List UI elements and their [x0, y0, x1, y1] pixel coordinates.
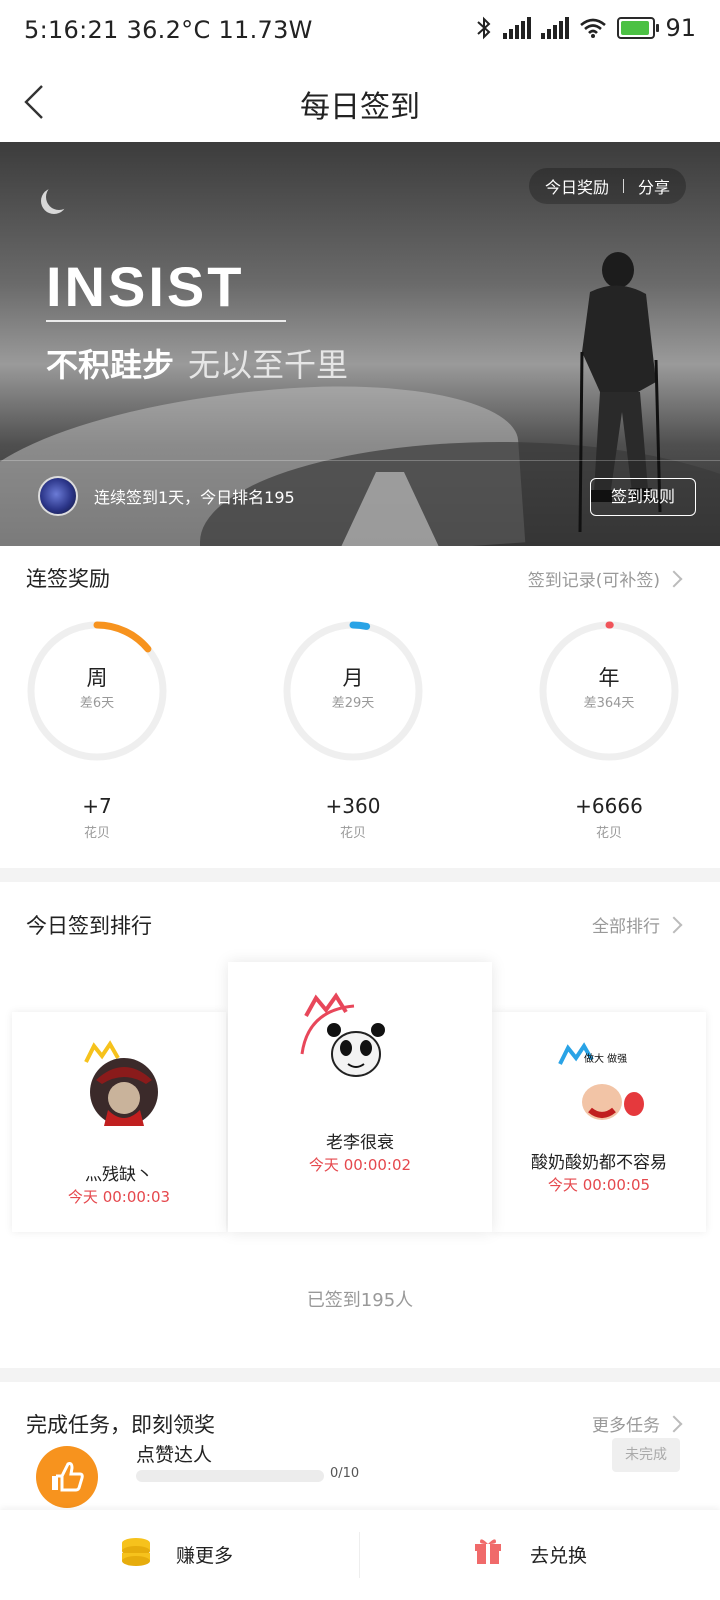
rules-button[interactable]: 签到规则 [590, 478, 696, 516]
bonus-unit: 花贝 [339, 826, 366, 841]
crown-silver-icon [84, 1040, 158, 1126]
streak-status: 连续签到1天，今日排名195 [94, 488, 295, 507]
wifi-icon [580, 18, 607, 38]
rank-time-1: 今天 00:00:02 [308, 1156, 412, 1174]
status-bar: 5:16:21 36.2°C 11.73W 91 [0, 0, 720, 62]
bonus-unit: 花贝 [83, 826, 110, 841]
bonus-value: +6666 [575, 794, 643, 818]
banner-motto: 不积跬步 无以至千里 [46, 340, 348, 386]
task-status-button[interactable]: 未完成 [612, 1438, 680, 1472]
share-link[interactable]: 分享 [638, 174, 670, 198]
more-tasks-label: 更多任务 [592, 1416, 660, 1436]
rank-time-3: 今天 00:00:05 [547, 1176, 651, 1194]
reward-bonus-1: +360 花贝 [280, 794, 426, 841]
divider [622, 179, 624, 193]
checkin-record-link[interactable]: 签到记录(可补签) [527, 566, 683, 591]
reward-ring-2: 年差364天 [536, 618, 682, 764]
section-gap [0, 1368, 720, 1382]
exchange-label: 去兑换 [530, 1545, 588, 1567]
banner-divider [0, 460, 720, 461]
section-title-streak: 连签奖励 [26, 567, 110, 591]
exchange-button[interactable]: 去兑换 [360, 1510, 720, 1600]
reward-ring-0: 周差6天 [24, 618, 170, 764]
reward-ring-1: 月差29天 [280, 618, 426, 764]
bonus-value: +7 [82, 794, 112, 818]
status-text: 5:16:21 36.2°C 11.73W [24, 16, 313, 44]
avatar[interactable] [38, 476, 78, 516]
ring-remaining: 差6天 [79, 696, 115, 711]
ring-label: 年 [598, 666, 620, 690]
bottom-bar: 赚更多 去兑换 [0, 1510, 720, 1600]
rank-card-2[interactable]: 灬残缺丶 今天 00:00:03 [12, 1012, 226, 1232]
motto-light: 无以至千里 [188, 346, 349, 384]
checkin-record-label: 签到记录(可补签) [527, 571, 660, 591]
reward-bonus-0: +7 花贝 [24, 794, 170, 841]
banner-headline: INSIST [46, 255, 245, 318]
ring-remaining: 差364天 [583, 696, 635, 711]
rank-time-2: 今天 00:00:03 [67, 1188, 171, 1206]
section-title-ranking: 今日签到排行 [26, 914, 152, 938]
thumbs-up-icon [36, 1446, 98, 1508]
headline-underline [46, 320, 286, 322]
task-progress-bar [136, 1470, 324, 1482]
coins-icon [122, 1538, 150, 1566]
status-icons: 91 [475, 14, 696, 42]
battery-level: 91 [665, 14, 696, 42]
ring-remaining: 差29天 [331, 696, 375, 711]
bluetooth-icon [477, 16, 491, 40]
earn-more-button[interactable]: 赚更多 [0, 1510, 360, 1600]
page-title: 每日签到 [300, 90, 420, 125]
chevron-right-icon [665, 916, 683, 934]
rank-name-2: 灬残缺丶 [85, 1165, 153, 1185]
rank-card-3[interactable]: 做大 做强 酸奶酸奶都不容易 今天 00:00:05 [492, 1012, 706, 1232]
signed-count: 已签到195人 [306, 1290, 414, 1311]
moon-icon [46, 184, 72, 210]
ring-label: 周 [86, 666, 108, 690]
ring-label: 月 [342, 666, 364, 690]
rank-card-1[interactable]: 老李很衰 今天 00:00:02 [228, 962, 492, 1232]
motto-bold: 不积跬步 [46, 346, 175, 384]
rank-name-1: 老李很衰 [326, 1133, 394, 1153]
bonus-value: +360 [325, 794, 381, 818]
reward-share-bar: 今日奖励 分享 [528, 168, 686, 204]
chevron-right-icon [665, 570, 683, 588]
chevron-right-icon [665, 1415, 683, 1433]
section-gap [0, 868, 720, 882]
earn-more-label: 赚更多 [176, 1545, 234, 1567]
gift-icon [475, 1539, 501, 1564]
more-tasks-link[interactable]: 更多任务 [592, 1411, 683, 1436]
rank-name-3: 酸奶酸奶都不容易 [531, 1153, 667, 1173]
task-name: 点赞达人 [136, 1444, 213, 1466]
banner: 今日奖励 分享 INSIST 不积跬步 无以至千里 连续签到1天，今日排名195 … [0, 142, 720, 546]
reward-bonus-2: +6666 花贝 [536, 794, 682, 841]
section-title-tasks: 完成任务，即刻领奖 [26, 1413, 215, 1437]
avatar-caption: 做大 做强 [584, 1054, 628, 1065]
battery-icon [617, 17, 660, 39]
today-reward-link[interactable]: 今日奖励 [545, 174, 609, 198]
signal-icon-2 [541, 17, 570, 39]
task-progress-text: 0/10 [330, 1466, 360, 1481]
all-ranking-label: 全部排行 [592, 917, 660, 937]
header: 每日签到 [0, 62, 720, 142]
bonus-unit: 花贝 [595, 826, 622, 841]
all-ranking-link[interactable]: 全部排行 [592, 912, 683, 937]
crown-gold-icon [300, 992, 392, 1086]
signal-icon [503, 17, 532, 39]
